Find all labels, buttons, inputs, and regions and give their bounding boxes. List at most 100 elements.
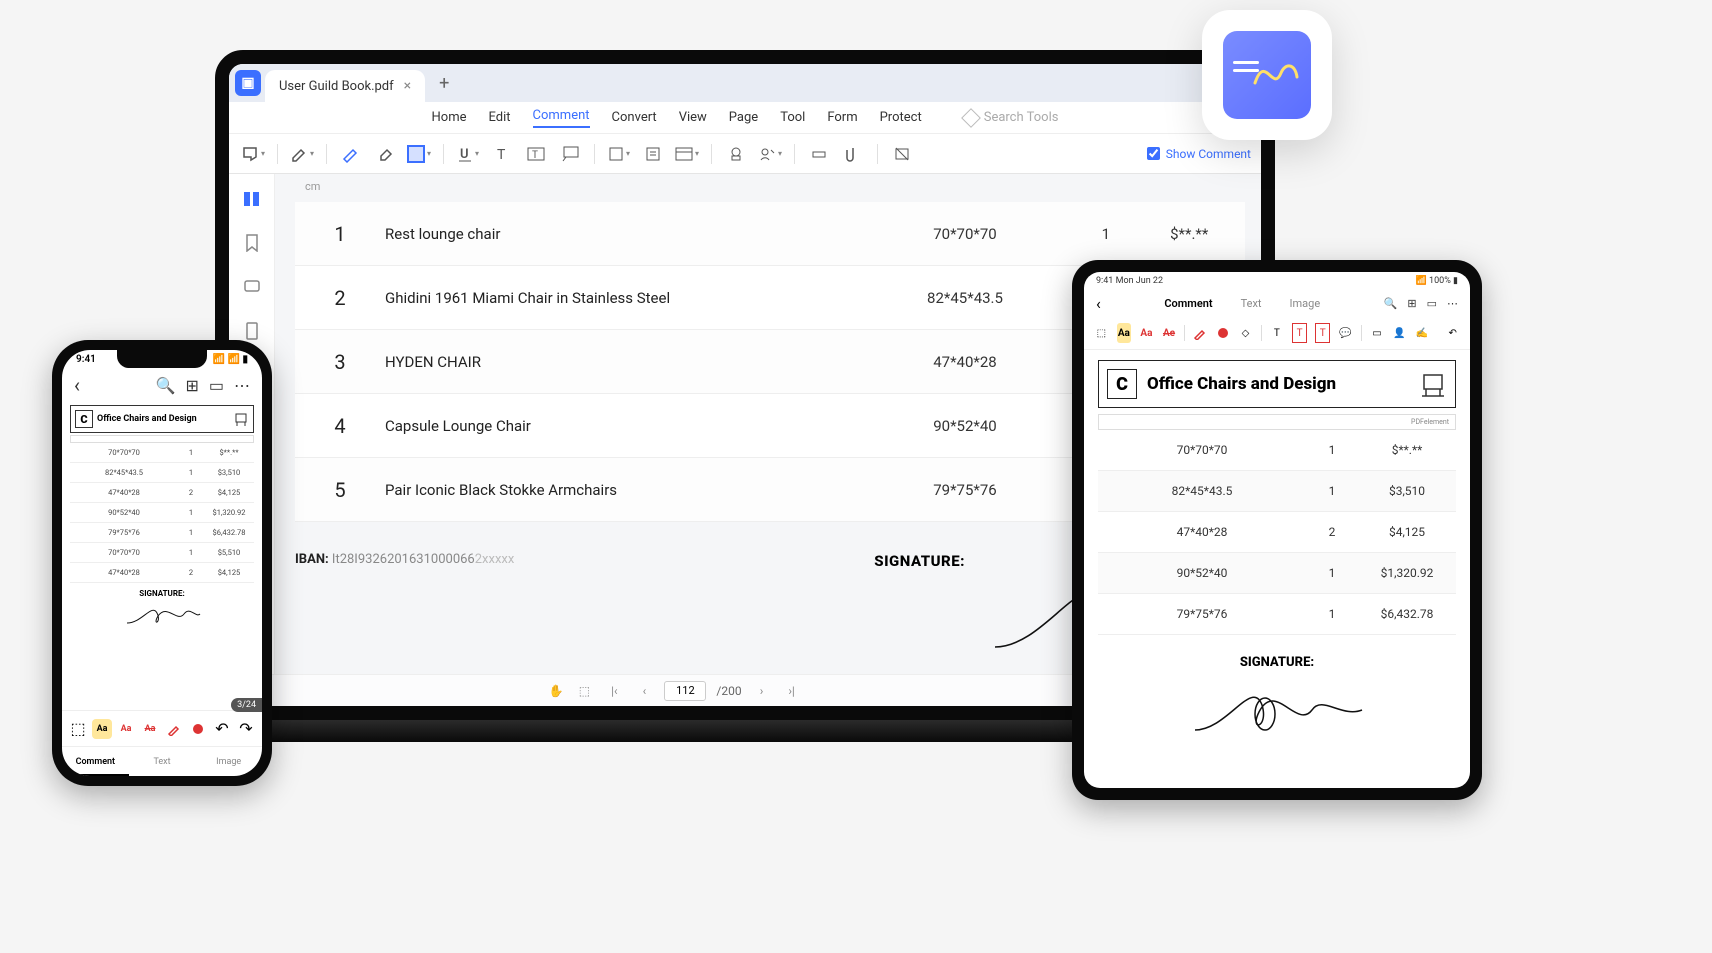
table-row: 90*52*401$1,320.92 <box>1098 553 1456 594</box>
menu-home[interactable]: Home <box>432 110 467 125</box>
textbox-tool-icon[interactable]: T <box>1292 323 1307 343</box>
signature-tool-icon[interactable]: ✍ <box>1415 323 1430 343</box>
brand-label: PDFelement <box>1411 418 1449 426</box>
select-tool-icon[interactable]: ⬚ <box>574 681 594 701</box>
diamond-icon <box>961 108 981 128</box>
tab-image[interactable]: Image <box>195 747 262 776</box>
menu-page[interactable]: Page <box>729 110 758 125</box>
sticky-note-icon[interactable] <box>639 140 667 168</box>
area-highlight-icon[interactable]: ▾ <box>673 140 701 168</box>
menu-convert[interactable]: Convert <box>612 110 657 125</box>
search-tools[interactable]: Search Tools <box>964 110 1059 125</box>
prev-page-icon[interactable]: ‹ <box>634 681 654 701</box>
back-icon[interactable]: ‹ <box>1096 294 1101 313</box>
tablet-device: 9:41 Mon Jun 22 📶 100% ▮ ‹ Comment Text … <box>1072 260 1482 800</box>
hide-comments-icon[interactable] <box>888 140 916 168</box>
text-tool-icon[interactable]: T <box>1270 323 1285 343</box>
underline-aa-icon[interactable]: Aa <box>1139 323 1154 343</box>
table-row: 79*75*761$6,432.78 <box>1098 594 1456 635</box>
color-picker[interactable]: ▾ <box>405 140 433 168</box>
grid-icon[interactable]: ⊞ <box>185 376 198 395</box>
shape-tool-icon[interactable]: ▾ <box>605 140 633 168</box>
menu-protect[interactable]: Protect <box>880 110 922 125</box>
search-icon[interactable]: 🔍 <box>1384 297 1398 310</box>
callout-tool-icon[interactable] <box>556 140 584 168</box>
signature-tool-icon[interactable]: ▾ <box>756 140 784 168</box>
next-page-icon[interactable]: › <box>752 681 772 701</box>
more-icon[interactable]: ⋯ <box>1447 297 1458 310</box>
tablet-document[interactable]: C Office Chairs and Design PDFelement 70… <box>1084 350 1470 788</box>
tab-text[interactable]: Text <box>1241 297 1262 310</box>
doc-logo-icon: C <box>1107 369 1137 399</box>
pencil-icon[interactable] <box>1193 323 1208 343</box>
search-icon[interactable]: 🔍 <box>156 376 176 395</box>
page-indicator-badge: 3/24 <box>231 698 262 712</box>
undo-icon[interactable]: ↶ <box>212 719 232 739</box>
thumbnails-panel-icon[interactable] <box>239 186 265 212</box>
bookmark-icon[interactable]: ▭ <box>209 376 224 395</box>
tab-comment[interactable]: Comment <box>1164 297 1212 310</box>
phone-table: 70*70*701$**.** 82*45*43.51$3,510 47*40*… <box>70 443 254 583</box>
highlight-tool-icon[interactable]: ▾ <box>288 140 316 168</box>
back-icon[interactable]: ‹ <box>74 373 80 397</box>
strikethrough-aa-icon[interactable]: Ae <box>1162 323 1177 343</box>
menu-comment[interactable]: Comment <box>533 108 590 128</box>
eraser-tool-icon[interactable] <box>371 140 399 168</box>
color-dot-icon[interactable] <box>1216 323 1231 343</box>
more-icon[interactable]: ⋯ <box>234 376 250 395</box>
close-tab-icon[interactable]: × <box>404 78 411 94</box>
menu-view[interactable]: View <box>679 110 707 125</box>
undo-icon[interactable]: ↶ <box>1445 323 1460 343</box>
first-page-icon[interactable]: |‹ <box>604 681 624 701</box>
show-comment-checkbox[interactable] <box>1147 147 1160 160</box>
stamp-tool-icon[interactable]: 👤 <box>1392 323 1407 343</box>
note-tool-icon[interactable]: ▾ <box>239 140 267 168</box>
table-row: 79*75*761$6,432.78 <box>70 523 254 543</box>
attachment-tool-icon[interactable] <box>839 140 867 168</box>
new-tab-button[interactable]: + <box>429 73 459 94</box>
tab-bar: ▣ User Guild Book.pdf × + <box>229 64 1261 102</box>
app-launcher-icon <box>1202 10 1332 140</box>
select-tool-icon[interactable]: ⬚ <box>68 719 88 739</box>
last-page-icon[interactable]: ›| <box>782 681 802 701</box>
doc-logo-icon: C <box>75 410 93 428</box>
text-tool-icon[interactable]: T <box>488 140 516 168</box>
redo-icon[interactable]: ↷ <box>236 719 256 739</box>
shape-tool-icon[interactable]: ▭ <box>1370 323 1385 343</box>
highlight-aa-icon[interactable]: Aa <box>1117 323 1132 343</box>
document-tab[interactable]: User Guild Book.pdf × <box>265 70 425 102</box>
tablet-table: 70*70*701$**.** 82*45*43.51$3,510 47*40*… <box>1098 430 1456 635</box>
tab-image[interactable]: Image <box>1290 297 1321 310</box>
tab-text[interactable]: Text <box>129 747 196 776</box>
underline-tool-icon[interactable]: U▾ <box>454 140 482 168</box>
select-tool-icon[interactable]: ⬚ <box>1094 323 1109 343</box>
stamp-tool-icon[interactable] <box>722 140 750 168</box>
app-icon: ▣ <box>235 70 261 96</box>
show-comment-toggle[interactable]: Show Comment <box>1147 147 1251 161</box>
phone-document[interactable]: C Office Chairs and Design 70*70*701$**.… <box>62 405 262 710</box>
page-number-input[interactable] <box>664 681 706 701</box>
menu-edit[interactable]: Edit <box>489 110 511 125</box>
phone-device: 9:41📶 📶 ▮ ‹ 🔍 ⊞ ▭ ⋯ C Office Chairs and … <box>52 340 272 786</box>
menu-tool[interactable]: Tool <box>780 110 805 125</box>
pencil-tool-icon[interactable] <box>337 140 365 168</box>
pencil-icon[interactable] <box>164 719 184 739</box>
comments-panel-icon[interactable] <box>239 274 265 300</box>
menu-form[interactable]: Form <box>827 110 857 125</box>
tab-comment[interactable]: Comment <box>62 747 129 776</box>
bookmark-icon[interactable]: ▭ <box>1427 297 1437 310</box>
measure-tool-icon[interactable] <box>805 140 833 168</box>
hand-tool-icon[interactable]: ✋ <box>546 681 566 701</box>
eraser-icon[interactable]: ◇ <box>1238 323 1253 343</box>
note-tool-icon[interactable]: 💬 <box>1338 323 1353 343</box>
underline-aa-icon[interactable]: Aa <box>116 719 136 739</box>
textbox-tool-icon[interactable]: T <box>522 140 550 168</box>
table-row: 70*70*701$5,510 <box>70 543 254 563</box>
color-dot-icon[interactable] <box>188 719 208 739</box>
callout-tool-icon[interactable]: T <box>1315 323 1330 343</box>
strikethrough-aa-icon[interactable]: Aa <box>140 719 160 739</box>
grid-icon[interactable]: ⊞ <box>1407 297 1416 310</box>
tablet-status-bar: 9:41 Mon Jun 22 📶 100% ▮ <box>1084 272 1470 290</box>
highlight-aa-icon[interactable]: Aa <box>92 719 112 739</box>
bookmarks-panel-icon[interactable] <box>239 230 265 256</box>
